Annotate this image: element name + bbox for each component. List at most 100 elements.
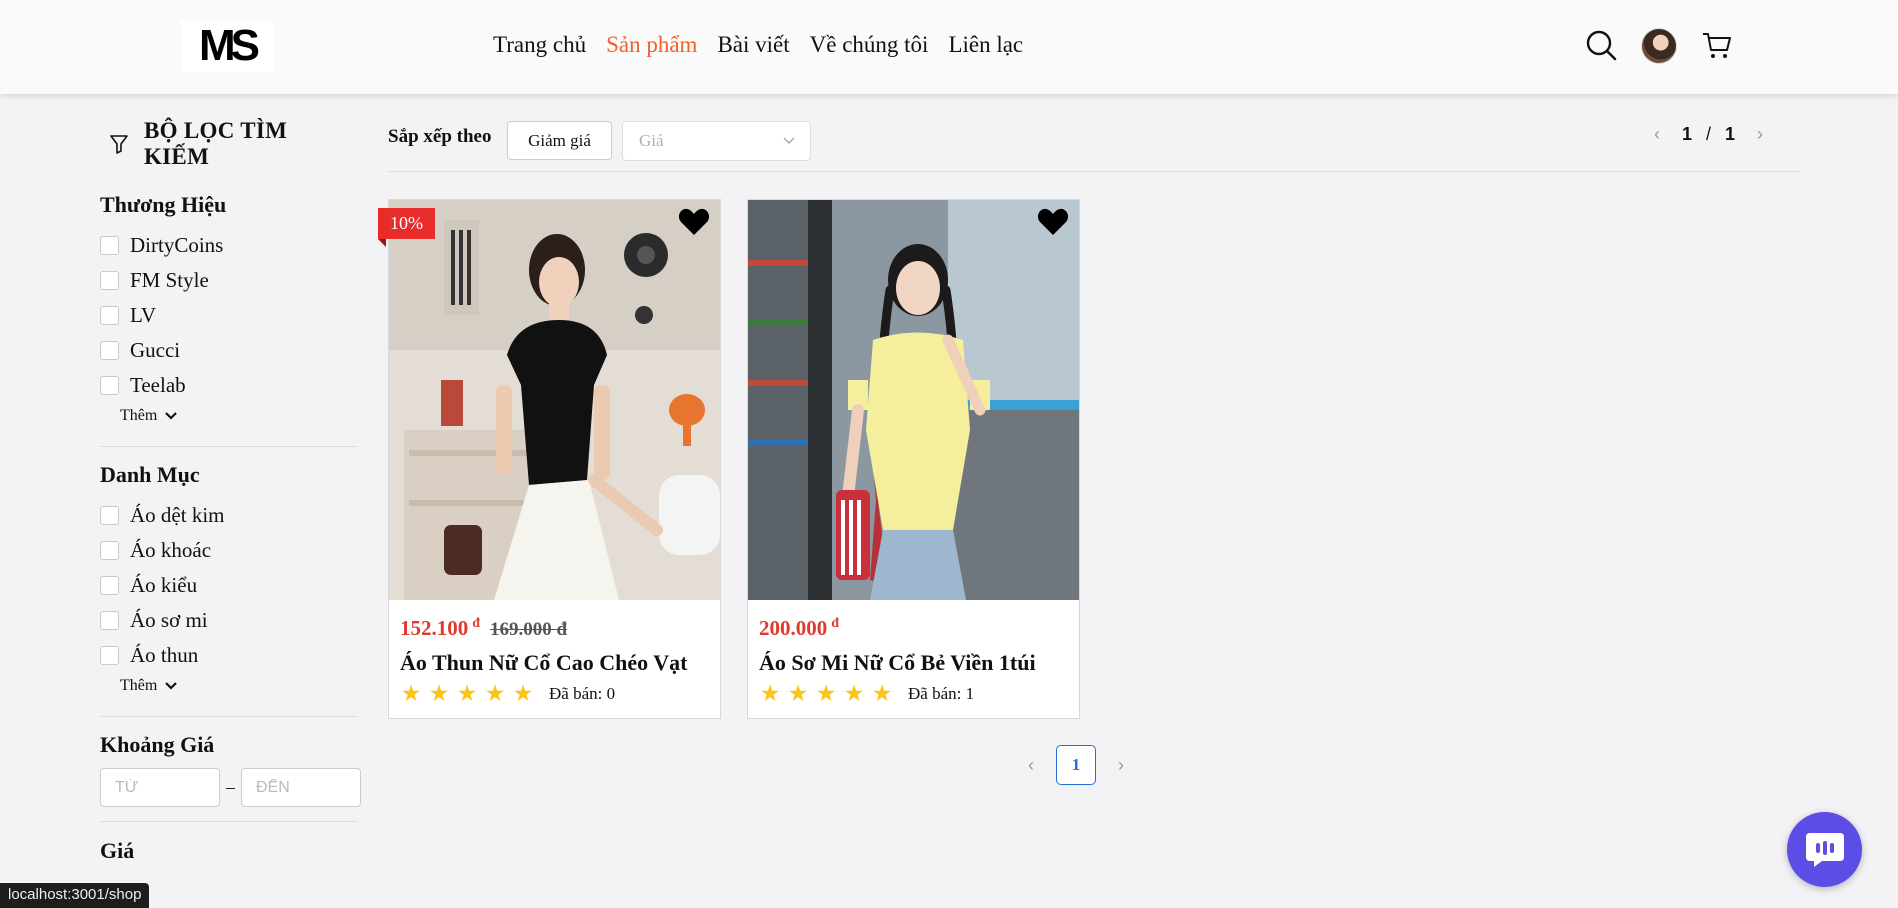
star-icon: ★ [428, 681, 450, 706]
filter-title-text: BỘ LỌC TÌM KIẾM [143, 118, 288, 169]
price-line: 152.100 đ 169.000 đ [400, 616, 567, 641]
more-label: Thêm [120, 677, 158, 694]
option-label: FM Style [130, 268, 209, 292]
price-from-input[interactable] [100, 768, 220, 807]
price-separator: – [226, 777, 235, 797]
brand-option[interactable]: FM Style [100, 263, 358, 298]
category-option[interactable]: Áo thun [100, 638, 358, 673]
currency-symbol: đ [831, 616, 840, 631]
checkbox[interactable] [100, 236, 119, 255]
chevron-down-icon [165, 412, 178, 420]
product-card[interactable]: 200.000 đ Áo Sơ Mi Nữ Cổ Bẻ Viền 1túi ★ ★… [747, 199, 1080, 719]
price-value: 152.100 [400, 616, 469, 640]
chat-icon [1805, 832, 1844, 867]
checkbox[interactable] [100, 611, 119, 630]
product-image[interactable] [389, 200, 720, 600]
next-page-icon[interactable]: › [1757, 124, 1763, 145]
star-icon: ★ [484, 681, 506, 706]
page-number-button[interactable]: 1 [1056, 745, 1096, 785]
sort-price-select[interactable]: Giá [622, 121, 811, 161]
category-more-button[interactable]: Thêm [120, 677, 358, 695]
price-to-input[interactable] [241, 768, 361, 807]
logo-text: MS [199, 21, 260, 70]
brand-option[interactable]: Teelab [100, 368, 358, 403]
option-label: Áo dệt kim [130, 503, 225, 527]
checkbox[interactable] [100, 376, 119, 395]
rating-stars: ★ ★ ★ ★ ★ Đã bán: 0 [399, 682, 615, 705]
top-pagination: ‹ 1 / 1 › [1654, 124, 1763, 145]
nav-articles[interactable]: Bài viết [717, 32, 789, 58]
sort-discount-button[interactable]: Giảm giá [507, 121, 612, 160]
category-title: Danh Mục [100, 462, 200, 487]
rating-stars: ★ ★ ★ ★ ★ Đã bán: 1 [758, 682, 974, 705]
option-label: Teelab [130, 373, 186, 397]
chevron-down-icon [783, 137, 795, 145]
sold-count: Đã bán: 1 [908, 683, 975, 703]
option-label: LV [130, 303, 157, 327]
filter-title: BỘ LỌC TÌM KIẾM [110, 118, 358, 170]
discount-badge: 10% [378, 208, 435, 239]
next-page-icon[interactable]: › [1118, 755, 1124, 776]
product-name[interactable]: Áo Thun Nữ Cổ Cao Chéo Vạt [400, 650, 687, 676]
main-nav: Trang chủ Sản phẩm Bài viết Về chúng tôi… [493, 32, 1023, 58]
bottom-pagination: ‹ 1 › [1028, 745, 1124, 785]
divider [100, 716, 358, 717]
prev-page-icon[interactable]: ‹ [1654, 124, 1660, 145]
star-icon: ★ [512, 681, 534, 706]
product-price: 200.000 đ [759, 616, 839, 641]
product-name[interactable]: Áo Sơ Mi Nữ Cổ Bẻ Viền 1túi [759, 650, 1036, 676]
star-icon: ★ [815, 681, 837, 706]
chat-button[interactable] [1787, 812, 1862, 887]
avatar[interactable] [1641, 28, 1677, 64]
heart-icon[interactable] [1037, 208, 1069, 236]
nav-home[interactable]: Trang chủ [493, 32, 586, 58]
brand-title: Thương Hiệu [100, 192, 227, 217]
filter-sidebar: BỘ LỌC TÌM KIẾM Thương Hiệu DirtyCoins F… [100, 118, 361, 874]
brand-more-button[interactable]: Thêm [120, 407, 358, 425]
nav-about[interactable]: Về chúng tôi [810, 32, 929, 58]
currency-symbol: đ [472, 616, 481, 631]
category-option[interactable]: Áo kiểu [100, 568, 358, 603]
star-icon: ★ [871, 681, 893, 706]
price-value: 200.000 [759, 616, 828, 640]
star-icon: ★ [400, 681, 422, 706]
checkbox[interactable] [100, 541, 119, 560]
more-label: Thêm [120, 407, 158, 424]
star-icon: ★ [843, 681, 865, 706]
price-range-section: Khoảng Giá – [100, 732, 361, 807]
filter-icon [110, 135, 128, 154]
checkbox[interactable] [100, 306, 119, 325]
product-image[interactable] [748, 200, 1079, 600]
cart-icon[interactable] [1700, 28, 1734, 62]
prev-page-icon[interactable]: ‹ [1028, 755, 1034, 776]
option-label: Áo kiểu [130, 573, 198, 597]
total-pages: 1 [1725, 124, 1736, 144]
next-section-title: Giá [100, 838, 135, 863]
heart-icon[interactable] [678, 208, 710, 236]
checkbox[interactable] [100, 341, 119, 360]
category-option[interactable]: Áo dệt kim [100, 498, 358, 533]
checkbox[interactable] [100, 646, 119, 665]
brand-option[interactable]: DirtyCoins [100, 228, 358, 263]
product-card[interactable]: 152.100 đ 169.000 đ Áo Thun Nữ Cổ Cao Ché… [388, 199, 721, 719]
search-icon[interactable] [1584, 28, 1618, 62]
brand-option[interactable]: LV [100, 298, 358, 333]
category-option[interactable]: Áo sơ mi [100, 603, 358, 638]
logo[interactable]: MS [181, 20, 273, 72]
option-label: DirtyCoins [130, 233, 224, 257]
star-icon: ★ [759, 681, 781, 706]
brand-option[interactable]: Gucci [100, 333, 358, 368]
option-label: Áo thun [130, 643, 199, 667]
checkbox[interactable] [100, 506, 119, 525]
checkbox[interactable] [100, 576, 119, 595]
nav-products[interactable]: Sản phẩm [606, 32, 697, 58]
checkbox[interactable] [100, 271, 119, 290]
badge-tail [378, 239, 386, 247]
brand-section: Thương Hiệu DirtyCoins FM Style LV Gucci… [100, 192, 358, 425]
page-separator: / [1706, 124, 1712, 144]
star-icon: ★ [787, 681, 809, 706]
category-option[interactable]: Áo khoác [100, 533, 358, 568]
product-old-price: 169.000 đ [490, 619, 568, 640]
nav-contact[interactable]: Liên lạc [948, 32, 1023, 58]
category-section: Danh Mục Áo dệt kim Áo khoác Áo kiểu Áo … [100, 462, 358, 695]
